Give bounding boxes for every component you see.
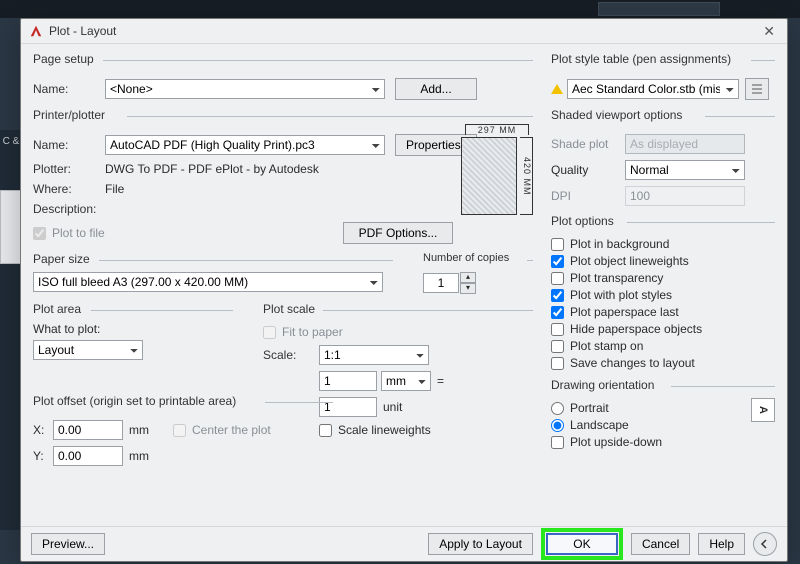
group-plot-area: Plot area	[33, 302, 81, 316]
scale-equals: =	[437, 374, 444, 388]
opt-stamp[interactable]: Plot stamp on	[551, 339, 775, 353]
opt-styles[interactable]: Plot with plot styles	[551, 288, 775, 302]
offset-x-unit: mm	[129, 423, 149, 437]
scale-label: Scale:	[263, 348, 319, 362]
printer-name-label: Name:	[33, 138, 105, 152]
paper-sheet-icon	[461, 137, 517, 215]
app-titlebar	[0, 0, 800, 18]
offset-y-label: Y:	[33, 449, 53, 463]
scale-unit2-label: unit	[383, 400, 402, 414]
what-to-plot-label: What to plot:	[33, 322, 233, 336]
plot-to-file-checkbox: Plot to file	[33, 226, 105, 240]
quality-select[interactable]: Normal	[625, 160, 745, 180]
plot-style-select[interactable]: Aec Standard Color.stb (mis	[567, 79, 739, 99]
opt-hide[interactable]: Hide paperspace objects	[551, 322, 775, 336]
scale-num1-input[interactable]	[319, 371, 377, 391]
offset-x-input[interactable]	[53, 420, 123, 440]
paper-height-label: 420 MM	[520, 137, 533, 215]
group-shaded: Shaded viewport options	[551, 108, 682, 122]
center-plot-checkbox: Center the plot	[173, 423, 271, 437]
orientation-portrait[interactable]: Portrait	[551, 401, 743, 415]
offset-x-label: X:	[33, 423, 53, 437]
group-paper-size: Paper size	[33, 252, 90, 266]
group-plot-style: Plot style table (pen assignments)	[551, 52, 731, 66]
where-value: File	[105, 182, 124, 196]
copies-input[interactable]	[423, 273, 459, 293]
opt-lineweights[interactable]: Plot object lineweights	[551, 254, 775, 268]
paper-preview: 297 MM 420 MM	[461, 124, 533, 215]
scale-lineweights-checkbox[interactable]: Scale lineweights	[319, 423, 533, 437]
offset-y-unit: mm	[129, 449, 149, 463]
where-label: Where:	[33, 182, 105, 196]
dpi-input	[625, 186, 745, 206]
dialog-footer: Preview... Apply to Layout OK Cancel Hel…	[21, 526, 787, 561]
group-printer: Printer/plotter	[33, 108, 105, 122]
opt-background[interactable]: Plot in background	[551, 237, 775, 251]
paper-width-label: 297 MM	[465, 124, 529, 135]
plot-to-file-input	[33, 227, 46, 240]
pdf-options-button[interactable]: PDF Options...	[343, 222, 453, 244]
group-plot-offset: Plot offset (origin set to printable are…	[33, 394, 236, 408]
close-icon[interactable]: ✕	[759, 23, 779, 40]
copies-down[interactable]: ▾	[460, 283, 476, 294]
group-orientation: Drawing orientation	[551, 378, 654, 392]
plotter-value: DWG To PDF - PDF ePlot - by Autodesk	[105, 162, 319, 176]
shade-plot-label: Shade plot	[551, 137, 625, 151]
group-page-setup: Page setup	[33, 52, 94, 66]
dialog-titlebar: Plot - Layout ✕	[21, 19, 787, 44]
plot-style-edit-button[interactable]	[745, 78, 769, 100]
paper-size-select[interactable]: ISO full bleed A3 (297.00 x 420.00 MM)	[33, 272, 383, 292]
opt-paperspace-last[interactable]: Plot paperspace last	[551, 305, 775, 319]
app-search	[598, 2, 720, 16]
copies-spinner[interactable]: ▴▾	[423, 272, 476, 294]
plot-dialog: Plot - Layout ✕ Page setup Name: <None>	[20, 18, 788, 562]
what-to-plot-select[interactable]: Layout	[33, 340, 143, 360]
dialog-title: Plot - Layout	[49, 24, 116, 38]
dpi-label: DPI	[551, 189, 625, 203]
opt-save[interactable]: Save changes to layout	[551, 356, 775, 370]
cancel-button[interactable]: Cancel	[631, 533, 690, 555]
ok-button[interactable]: OK	[546, 533, 618, 555]
opt-transparency[interactable]: Plot transparency	[551, 271, 775, 285]
center-plot-input	[173, 424, 186, 437]
copies-label: Number of copies	[423, 252, 509, 264]
copies-up[interactable]: ▴	[460, 272, 476, 283]
chevron-left-icon	[760, 539, 770, 549]
autocad-logo-icon	[29, 24, 43, 38]
shade-plot-select: As displayed	[625, 134, 745, 154]
list-icon	[751, 83, 763, 95]
page-setup-name-select[interactable]: <None>	[105, 79, 385, 99]
preview-button[interactable]: Preview...	[31, 533, 105, 555]
group-plot-scale: Plot scale	[263, 302, 315, 316]
offset-y-input[interactable]	[53, 446, 123, 466]
help-button[interactable]: Help	[698, 533, 745, 555]
page-setup-add-button[interactable]: Add...	[395, 78, 477, 100]
printer-name-select[interactable]: AutoCAD PDF (High Quality Print).pc3	[105, 135, 385, 155]
orientation-upside[interactable]: Plot upside-down	[551, 435, 743, 449]
group-plot-options: Plot options	[551, 214, 614, 228]
plotter-label: Plotter:	[33, 162, 105, 176]
orientation-landscape[interactable]: Landscape	[551, 418, 743, 432]
scale-unit1-select[interactable]: mm	[381, 371, 431, 391]
expand-button[interactable]	[753, 532, 777, 556]
fit-to-paper-input	[263, 326, 276, 339]
scale-select[interactable]: 1:1	[319, 345, 429, 365]
warning-icon	[551, 84, 563, 94]
description-label: Description:	[33, 202, 105, 216]
fit-to-paper-checkbox: Fit to paper	[263, 325, 533, 339]
apply-to-layout-button[interactable]: Apply to Layout	[428, 533, 533, 555]
orientation-preview-icon: A	[751, 398, 775, 422]
ok-highlight: OK	[541, 528, 623, 560]
page-setup-name-label: Name:	[33, 82, 105, 96]
quality-label: Quality	[551, 163, 625, 177]
